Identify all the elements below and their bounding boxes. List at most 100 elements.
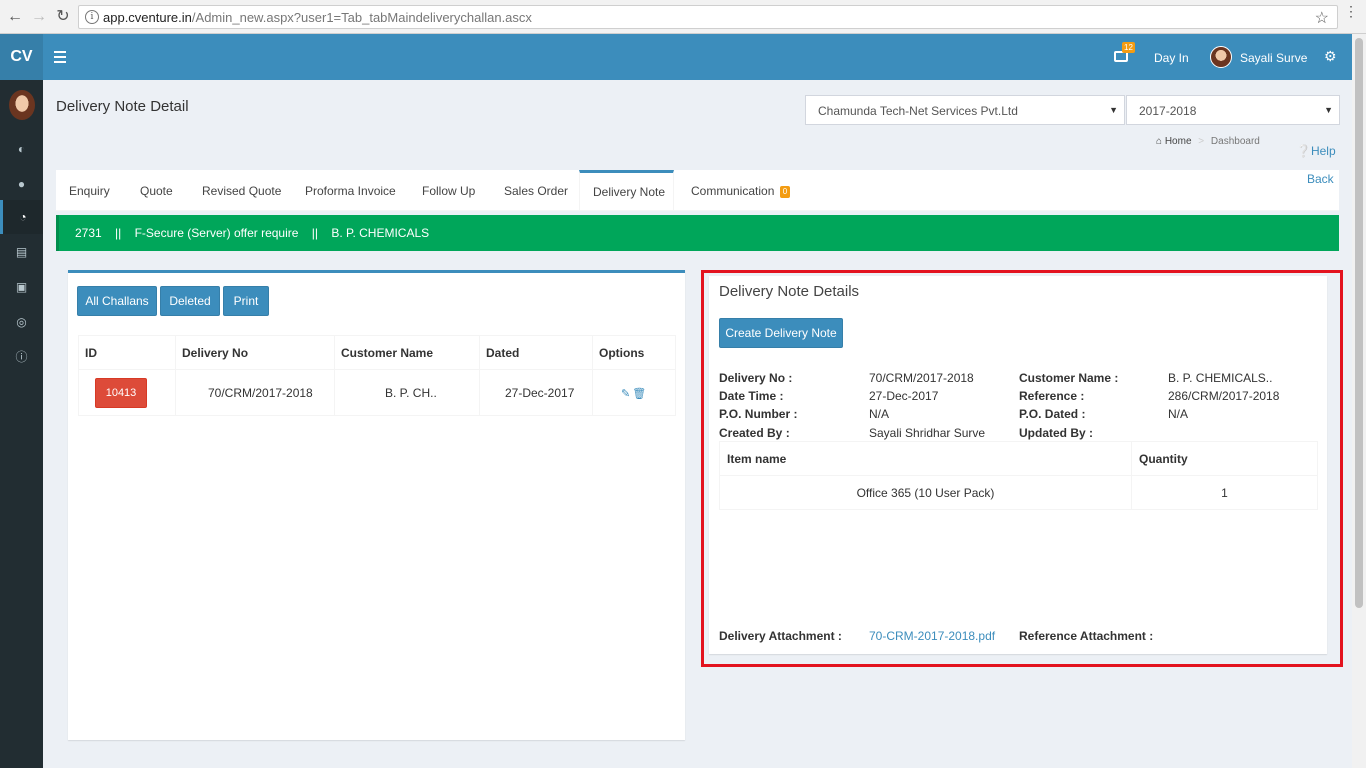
deleted-button[interactable]: Deleted [160,286,220,316]
year-select-value: 2017-2018 [1139,104,1197,118]
info-icon[interactable]: i [85,10,99,24]
po-dated-label: P.O. Dated : [1019,407,1086,421]
company-select[interactable]: Chamunda Tech-Net Services Pvt.Ltd ▼ [805,95,1125,125]
tab-proforma-invoice[interactable]: Proforma Invoice [292,170,409,211]
tab-bar: Enquiry Quote Revised Quote Proforma Inv… [56,170,1339,211]
tab-communication-label: Communication [691,184,775,198]
company-select-value: Chamunda Tech-Net Services Pvt.Ltd [818,104,1018,118]
user-avatar[interactable] [1210,46,1232,68]
po-dated-value: N/A [1168,407,1189,421]
date-time-label: Date Time : [719,389,784,403]
delivery-no-cell: 70/CRM/2017-2018 [175,369,335,416]
tab-enquiry[interactable]: Enquiry [56,170,123,211]
edit-icon[interactable]: ✎ [621,387,630,400]
question-circle-icon: ❔ [1296,144,1311,158]
column-header: Customer Name [334,335,480,370]
logo[interactable]: CV [0,34,43,80]
delivery-note-details-panel: Delivery Note Details Create Delivery No… [709,276,1327,654]
year-select[interactable]: 2017-2018 ▼ [1126,95,1340,125]
table-row: Office 365 (10 User Pack) 1 [719,475,1318,510]
cart-icon[interactable]: ▤ [0,235,43,269]
create-delivery-note-button[interactable]: Create Delivery Note [719,318,843,348]
date-time-value: 27-Dec-2017 [869,389,939,403]
quantity-cell: 1 [1131,475,1318,510]
column-header: Dated [479,335,593,370]
challans-panel: All Challans Deleted Print ID Delivery N… [68,270,685,740]
info-circle-icon[interactable]: ⓘ [0,340,43,374]
tab-quote[interactable]: Quote [127,170,186,211]
table-header-row: ID Delivery No Customer Name Dated Optio… [78,335,676,370]
reference-value: 286/CRM/2017-2018 [1168,389,1280,403]
print-button[interactable]: Print [223,286,269,316]
dashboard-icon[interactable]: ◐ [0,132,43,166]
all-challans-button[interactable]: All Challans [77,286,157,316]
address-bar[interactable]: i app.cventure.in/Admin_new.aspx?user1=T… [78,5,1338,29]
trash-icon[interactable]: 🗑 [632,387,646,400]
help-label: Help [1310,144,1336,158]
user-icon[interactable]: ● [0,167,43,201]
updated-by-label: Updated By : [1019,426,1094,440]
pie-chart-icon[interactable]: ◔ [0,200,43,234]
sidebar: ◐ ● ◔ ▤ ▣ ◎ ⓘ [0,80,43,768]
scrollbar-thumb[interactable] [1355,38,1363,608]
tab-communication[interactable]: Communication 0 [678,170,803,211]
back-link[interactable]: Back [1307,172,1334,186]
url-text: app.cventure.in/Admin_new.aspx?user1=Tab… [103,10,532,25]
tab-follow-up[interactable]: Follow Up [409,170,488,211]
column-header: Quantity [1131,441,1318,476]
reference-label: Reference : [1019,389,1085,403]
bookmark-star-icon[interactable]: ☆ [1315,8,1329,28]
breadcrumb: ⌂ Home > Dashboard [1156,136,1260,147]
chevron-down-icon: ▼ [1109,105,1118,115]
column-header: Delivery No [175,335,335,370]
back-arrow-icon[interactable]: ← [4,6,26,28]
help-link[interactable]: ❔Help [1296,144,1336,158]
po-number-value: N/A [869,407,890,421]
items-table: Item name Quantity Office 365 (10 User P… [719,441,1318,510]
notification-badge: 12 [1122,42,1135,53]
delivery-attachment-label: Delivery Attachment : [719,629,842,643]
chevron-down-icon: ▼ [1324,105,1333,115]
day-in-link[interactable]: Day In [1154,51,1189,65]
delivery-attachment-link[interactable]: 70-CRM-2017-2018.pdf [869,629,995,643]
item-name-cell: Office 365 (10 User Pack) [719,475,1132,510]
sidebar-avatar[interactable] [9,90,35,120]
tab-revised-quote[interactable]: Revised Quote [189,170,294,211]
menu-toggle-icon[interactable] [54,48,68,66]
dated-cell: 27-Dec-2017 [479,369,593,416]
forward-arrow-icon[interactable]: → [28,6,50,28]
breadcrumb-current: Dashboard [1210,136,1260,147]
page-scrollbar[interactable] [1352,34,1366,768]
customer-name-label: Customer Name : [1019,371,1119,385]
communication-count-badge: 0 [779,185,791,198]
breadcrumb-home[interactable]: Home [1165,136,1192,147]
home-icon: ⌂ [1156,136,1163,147]
browser-toolbar: ← → ↻ i app.cventure.in/Admin_new.aspx?u… [0,0,1366,34]
panel-title: Delivery Note Details [719,283,860,300]
challan-id-button[interactable]: 10413 [95,377,147,408]
browser-menu-icon[interactable]: ⋮ [1344,4,1358,18]
enquiry-info-bar: 2731 || F-Secure (Server) offer require … [56,215,1339,251]
column-header: Item name [719,441,1132,476]
challans-table: ID Delivery No Customer Name Dated Optio… [78,335,676,416]
support-icon[interactable]: ◎ [0,305,43,339]
breadcrumb-separator: > [1198,136,1205,147]
tab-sales-order[interactable]: Sales Order [491,170,581,211]
reload-icon[interactable]: ↻ [52,6,74,28]
tab-delivery-note[interactable]: Delivery Note [579,170,674,211]
delivery-no-value: 70/CRM/2017-2018 [869,371,974,385]
table-header-row: Item name Quantity [719,441,1318,476]
id-cell: 10413 [78,369,176,416]
user-name[interactable]: Sayali Surve [1240,51,1307,65]
created-by-value: Sayali Shridhar Surve [869,426,986,440]
created-by-label: Created By : [719,426,790,440]
delivery-no-label: Delivery No : [719,371,793,385]
po-number-label: P.O. Number : [719,407,798,421]
page-title: Delivery Note Detail [56,98,189,115]
notification-icon[interactable]: 12 [1114,42,1135,64]
settings-cogs-icon[interactable]: ⚙ [1324,48,1337,65]
options-cell: ✎ 🗑 [592,369,676,416]
credit-card-icon[interactable]: ▣ [0,270,43,304]
customer-cell: B. P. CH.. [334,369,480,416]
table-row: 10413 70/CRM/2017-2018 B. P. CH.. 27-Dec… [78,369,676,416]
